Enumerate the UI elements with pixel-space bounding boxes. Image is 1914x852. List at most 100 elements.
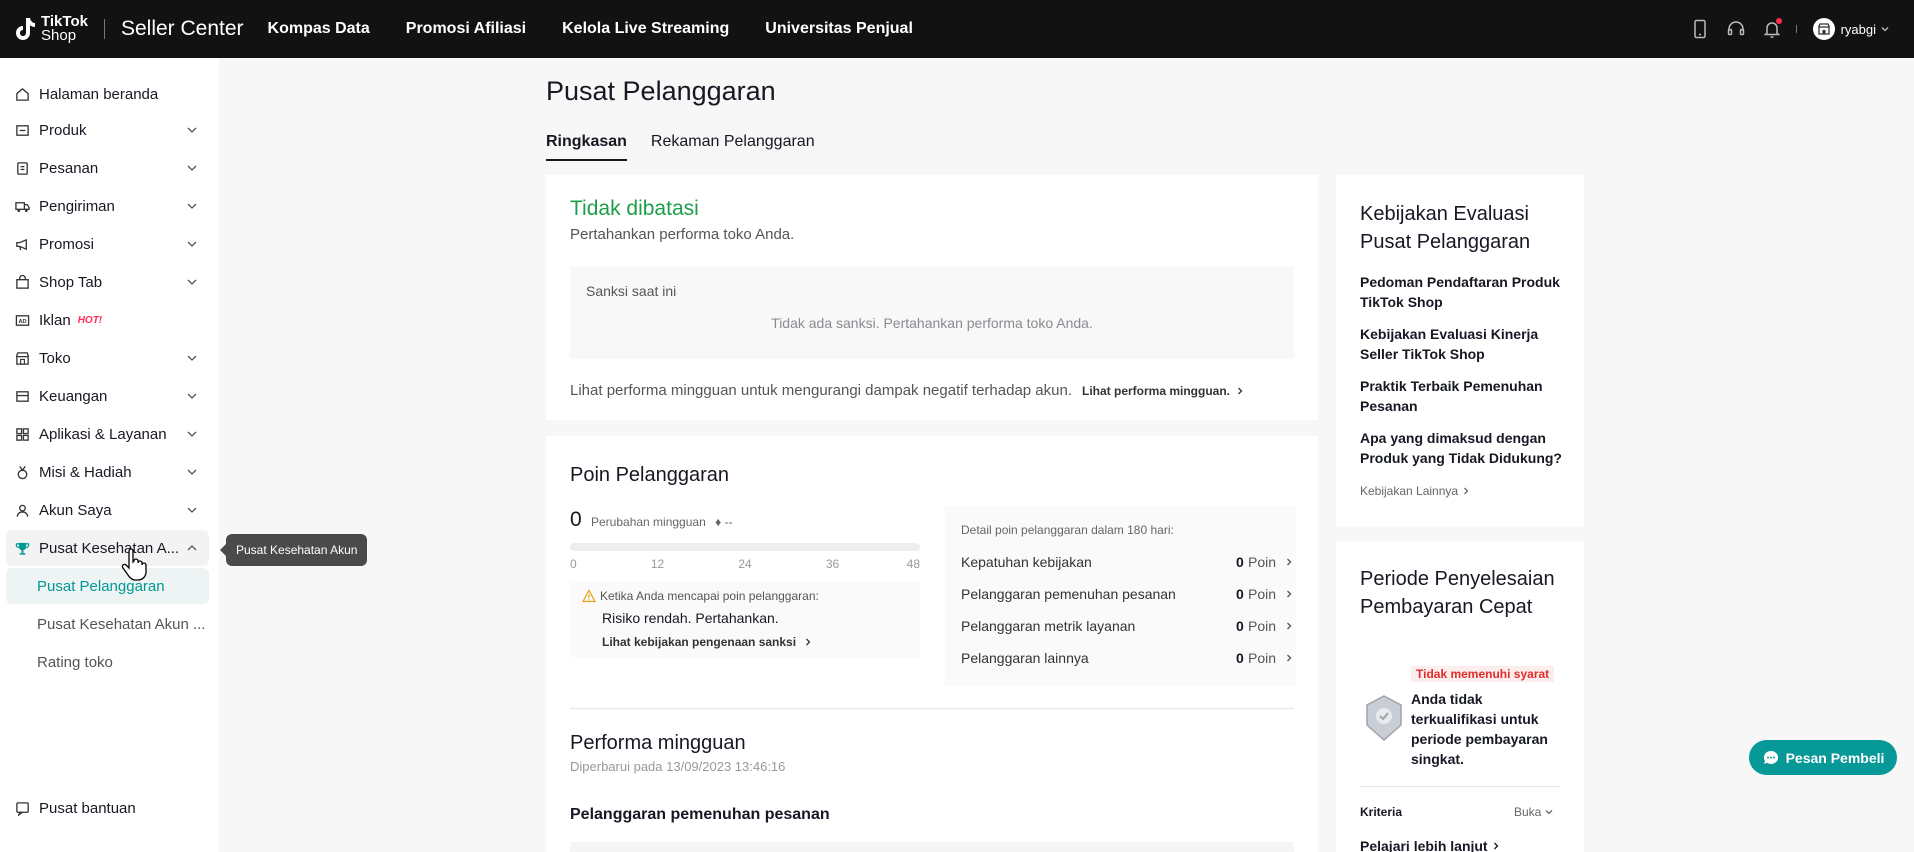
policy-title: Kebijakan Evaluasi Pusat Pelanggaran — [1360, 203, 1531, 253]
sidebar-item-label: Promosi — [39, 235, 95, 253]
chevron-up-icon — [187, 545, 197, 551]
sidebar-item-label: Pusat bantuan — [39, 799, 136, 817]
detail-row-pemenuhan-pesanan[interactable]: Pelanggaran pemenuhan pesanan 0 Poin — [961, 584, 1292, 604]
tab-bar: Ringkasan Rekaman Pelanggaran — [546, 133, 839, 161]
tiktok-logo-icon — [16, 18, 35, 40]
sanction-policy-link[interactable]: Lihat kebijakan pengenaan sanksi — [602, 635, 813, 649]
fast-payment-card: Periode Penyelesaian Pembayaran Cepat Ti… — [1336, 541, 1584, 852]
hot-badge: HOT! — [77, 314, 103, 326]
chevron-right-icon — [1287, 654, 1292, 662]
detail-row-pelanggaran-lainnya[interactable]: Pelanggaran lainnya 0 Poin — [961, 648, 1292, 668]
points-card: Poin Pelanggaran 0 Perubahan mingguan ♦ … — [546, 436, 1318, 852]
updated-timestamp: Diperbarui pada 13/09/2023 13:46:16 — [570, 759, 786, 774]
sidebar-item-akun-saya[interactable]: Akun Saya — [6, 492, 209, 528]
sidebar-item-halaman-beranda[interactable]: Halaman beranda — [6, 76, 209, 112]
detail-row-metrik-layanan[interactable]: Pelanggaran metrik layanan 0 Poin — [961, 616, 1292, 636]
tab-rekaman-pelanggaran[interactable]: Rekaman Pelanggaran — [651, 133, 815, 161]
chevron-down-icon — [187, 393, 197, 399]
points-scale: 0 12 24 36 48 — [570, 557, 920, 571]
status-subtitle: Pertahankan performa toko Anda. — [570, 226, 795, 243]
sidebar-item-pengiriman[interactable]: Pengiriman — [6, 188, 209, 224]
sidebar-item-label: Halaman beranda — [39, 85, 159, 103]
sidebar-subitem-pusat-kesehatan-akun[interactable]: Pusat Kesehatan Akun ... — [6, 606, 209, 642]
weekly-change-label: Perubahan mingguan — [591, 515, 706, 529]
buyer-chat-button[interactable]: Pesan Pembeli — [1749, 740, 1897, 775]
svg-text:AD: AD — [18, 318, 26, 324]
points-detail-box: Detail poin pelanggaran dalam 180 hari: … — [945, 506, 1296, 686]
top-right-tools: ryabgi — [1674, 0, 1890, 58]
nav-universitas-penjual[interactable]: Universitas Penjual — [765, 20, 913, 38]
chevron-down-icon — [187, 355, 197, 361]
chevron-down-icon — [187, 165, 197, 171]
tiktok-shop-logo[interactable]: TikTok Shop — [12, 14, 88, 44]
learn-more-link[interactable]: Pelajari lebih lanjut — [1360, 838, 1501, 852]
policy-link-produk-tidak-didukung[interactable]: Apa yang dimaksud dengan Produk yang Tid… — [1360, 428, 1570, 468]
criteria-label: Kriteria — [1360, 805, 1403, 819]
sidebar-item-shop-tab[interactable]: Shop Tab — [6, 264, 209, 300]
detail-head: Detail poin pelanggaran dalam 180 hari: — [961, 523, 1174, 537]
page-title: Pusat Pelanggaran — [546, 76, 776, 106]
hand-cursor-icon — [121, 548, 147, 581]
weekly-performance-link[interactable]: Lihat performa mingguan. — [1082, 384, 1230, 398]
chevron-down-icon — [187, 127, 197, 133]
sidebar-item-pusat-bantuan[interactable]: Pusat bantuan — [6, 790, 209, 826]
points-scale-tick: 0 — [570, 557, 577, 571]
account-menu[interactable]: ryabgi — [1812, 18, 1890, 40]
sidebar-item-misi-hadiah[interactable]: Misi & Hadiah — [6, 454, 209, 490]
sidebar-item-label: Pusat Kesehatan A... — [39, 539, 180, 557]
sidebar-item-toko[interactable]: Toko — [6, 340, 209, 376]
sidebar-subitem-pusat-pelanggaran[interactable]: Pusat Pelanggaran — [6, 568, 209, 604]
chevron-right-icon — [1287, 590, 1292, 598]
sidebar-subitem-rating-toko[interactable]: Rating toko — [6, 644, 209, 680]
chevron-down-icon — [1881, 27, 1889, 32]
weekly-subheading: Pelanggaran pemenuhan pesanan — [570, 806, 830, 823]
weekly-change-value: ♦ -- — [715, 515, 733, 529]
sidebar-item-label: Keuangan — [39, 387, 108, 405]
sidebar-item-keuangan[interactable]: Keuangan — [6, 378, 209, 414]
sidebar-item-produk[interactable]: Produk — [6, 112, 209, 148]
ad-icon: AD — [14, 312, 30, 328]
bell-icon[interactable] — [1762, 18, 1782, 39]
points-scale-tick: 36 — [825, 557, 840, 571]
user-icon — [14, 502, 30, 518]
nav-promosi-afiliasi[interactable]: Promosi Afiliasi — [406, 20, 526, 38]
medal-badge-icon — [1366, 695, 1402, 742]
policy-link-pedoman-pendaftaran[interactable]: Pedoman Pendaftaran Produk TikTok Shop — [1360, 272, 1570, 312]
sidebar-item-promosi[interactable]: Promosi — [6, 226, 209, 262]
sidebar-item-aplikasi-layanan[interactable]: Aplikasi & Layanan — [6, 416, 209, 452]
store-icon — [14, 350, 30, 366]
points-scale-tick: 12 — [650, 557, 665, 571]
policy-link-praktik-terbaik[interactable]: Praktik Terbaik Pemenuhan Pesanan — [1360, 376, 1570, 416]
risk-box: Ketika Anda mencapai poin pelanggaran: R… — [570, 581, 920, 657]
chevron-down-icon — [187, 507, 197, 513]
sidebar-item-iklan[interactable]: AD Iklan HOT! — [6, 302, 209, 338]
top-nav: Kompas Data Promosi Afiliasi Kelola Live… — [268, 20, 949, 38]
tab-ringkasan[interactable]: Ringkasan — [546, 133, 627, 161]
sidebar-item-pusat-kesehatan-akun[interactable]: Pusat Kesehatan A... — [6, 530, 209, 566]
chevron-right-icon — [1287, 622, 1292, 630]
nav-kompas-data[interactable]: Kompas Data — [268, 20, 370, 38]
sidebar-item-pesanan[interactable]: Pesanan — [6, 150, 209, 186]
phone-icon[interactable] — [1690, 19, 1710, 39]
logo-line2: Shop — [41, 27, 77, 44]
open-criteria-toggle[interactable]: Buka — [1514, 805, 1554, 819]
chevron-right-icon — [1287, 558, 1292, 566]
sanction-empty-text: Tidak ada sanksi. Pertahankan performa t… — [771, 315, 1093, 331]
sanction-label: Sanksi saat ini — [586, 283, 677, 299]
status-title: Tidak dibatasi — [570, 197, 699, 220]
chat-bubble-icon — [1763, 750, 1778, 764]
chevron-right-icon — [1493, 842, 1499, 850]
detail-row-kepatuhan-kebijakan[interactable]: Kepatuhan kebijakan 0 Poin — [961, 552, 1292, 572]
policy-link-evaluasi-kinerja[interactable]: Kebijakan Evaluasi Kinerja Seller TikTok… — [1360, 324, 1570, 364]
username: ryabgi — [1840, 21, 1876, 37]
risk-text: Risiko rendah. Pertahankan. — [602, 610, 779, 626]
medal-icon — [14, 464, 30, 480]
more-policies-link[interactable]: Kebijakan Lainnya — [1360, 484, 1471, 498]
seller-center-title[interactable]: Seller Center — [121, 17, 244, 41]
weekly-title: Performa mingguan — [570, 732, 746, 754]
nav-kelola-live-streaming[interactable]: Kelola Live Streaming — [562, 20, 729, 38]
notification-dot — [1775, 18, 1782, 24]
headset-icon[interactable] — [1726, 19, 1746, 39]
chevron-right-icon — [1464, 487, 1469, 495]
sidebar: Halaman beranda Produk Pesanan Pengirima… — [0, 58, 219, 852]
